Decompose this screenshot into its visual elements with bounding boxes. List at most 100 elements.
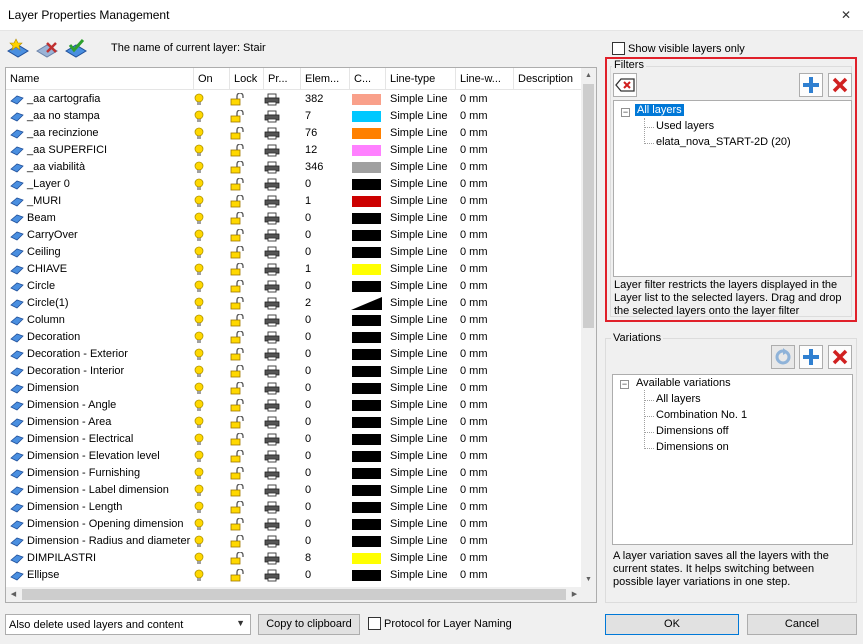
layer-color-cell[interactable]	[351, 244, 383, 261]
variation-node-combination-1[interactable]: Combination No. 1	[656, 409, 747, 421]
layer-on-toggle[interactable]	[194, 346, 214, 363]
column-header-name[interactable]: Name	[6, 68, 194, 90]
layer-lock-toggle[interactable]	[230, 448, 250, 465]
layer-lock-toggle[interactable]	[230, 210, 250, 227]
layer-on-toggle[interactable]	[194, 414, 214, 431]
color-swatch[interactable]	[351, 314, 382, 327]
column-header-lineweight[interactable]: Line-w...	[456, 68, 514, 90]
table-row[interactable]: _aa cartografia 382 Simple Line 0 mm	[6, 91, 582, 108]
layer-linetype[interactable]: Simple Line	[390, 499, 454, 516]
layer-color-cell[interactable]	[351, 210, 383, 227]
layer-name-cell[interactable]: _aa cartografia	[10, 91, 196, 108]
layer-color-cell[interactable]	[351, 227, 383, 244]
layer-lock-toggle[interactable]	[230, 125, 250, 142]
layer-on-toggle[interactable]	[194, 329, 214, 346]
color-swatch[interactable]	[351, 365, 382, 378]
layer-lock-toggle[interactable]	[230, 431, 250, 448]
layer-color-cell[interactable]	[351, 448, 383, 465]
protocol-checkbox[interactable]	[368, 617, 381, 630]
color-swatch[interactable]	[351, 382, 382, 395]
layer-color-cell[interactable]	[351, 295, 383, 312]
variation-node-dimensions-on[interactable]: Dimensions on	[656, 441, 729, 453]
color-swatch[interactable]	[351, 280, 382, 293]
layer-lock-toggle[interactable]	[230, 176, 250, 193]
layer-print-toggle[interactable]	[264, 414, 284, 431]
layer-linetype[interactable]: Simple Line	[390, 142, 454, 159]
layer-lineweight[interactable]: 0 mm	[460, 363, 515, 380]
layer-color-cell[interactable]	[351, 91, 383, 108]
layer-color-cell[interactable]	[351, 159, 383, 176]
color-swatch[interactable]	[351, 178, 382, 191]
layer-name-cell[interactable]: Ellipse	[10, 567, 196, 584]
layer-name-cell[interactable]: Dimension - Elevation level	[10, 448, 196, 465]
layer-linetype[interactable]: Simple Line	[390, 176, 454, 193]
layer-print-toggle[interactable]	[264, 363, 284, 380]
table-row[interactable]: Circle 0 Simple Line 0 mm	[6, 278, 582, 295]
column-header-color[interactable]: C...	[350, 68, 386, 90]
layer-on-toggle[interactable]	[194, 482, 214, 499]
layer-on-toggle[interactable]	[194, 142, 214, 159]
layer-name-cell[interactable]: _aa SUPERFICI	[10, 142, 196, 159]
layer-linetype[interactable]: Simple Line	[390, 363, 454, 380]
color-swatch[interactable]	[351, 331, 382, 344]
layer-color-cell[interactable]	[351, 533, 383, 550]
layer-print-toggle[interactable]	[264, 261, 284, 278]
layer-linetype[interactable]: Simple Line	[390, 380, 454, 397]
layer-lock-toggle[interactable]	[230, 329, 250, 346]
layer-color-cell[interactable]	[351, 380, 383, 397]
layer-linetype[interactable]: Simple Line	[390, 227, 454, 244]
layer-name-cell[interactable]: Column	[10, 312, 196, 329]
color-swatch[interactable]	[351, 297, 382, 310]
layer-print-toggle[interactable]	[264, 482, 284, 499]
add-filter-button[interactable]	[799, 73, 823, 97]
scroll-up-icon[interactable]: ▲	[581, 68, 596, 83]
table-row[interactable]: Dimension - Furnishing 0 Simple Line 0 mm	[6, 465, 582, 482]
color-swatch[interactable]	[351, 93, 382, 106]
vertical-scroll-thumb[interactable]	[583, 84, 594, 328]
color-swatch[interactable]	[351, 246, 382, 259]
layer-name-cell[interactable]: Circle(1)	[10, 295, 196, 312]
table-row[interactable]: _aa recinzione 76 Simple Line 0 mm	[6, 125, 582, 142]
layer-lock-toggle[interactable]	[230, 499, 250, 516]
layer-lineweight[interactable]: 0 mm	[460, 108, 515, 125]
layer-print-toggle[interactable]	[264, 380, 284, 397]
layer-linetype[interactable]: Simple Line	[390, 329, 454, 346]
layer-on-toggle[interactable]	[194, 550, 214, 567]
layer-linetype[interactable]: Simple Line	[390, 533, 454, 550]
layer-color-cell[interactable]	[351, 465, 383, 482]
delete-mode-select[interactable]: Also delete used layers and content ▼	[5, 614, 251, 635]
layer-print-toggle[interactable]	[264, 516, 284, 533]
layer-print-toggle[interactable]	[264, 125, 284, 142]
layer-linetype[interactable]: Simple Line	[390, 448, 454, 465]
layer-linetype[interactable]: Simple Line	[390, 261, 454, 278]
clear-filter-button[interactable]	[613, 73, 637, 97]
table-row[interactable]: Decoration - Interior 0 Simple Line 0 mm	[6, 363, 582, 380]
color-swatch[interactable]	[351, 501, 382, 514]
table-row[interactable]: CHIAVE 1 Simple Line 0 mm	[6, 261, 582, 278]
layer-lock-toggle[interactable]	[230, 363, 250, 380]
layer-lineweight[interactable]: 0 mm	[460, 414, 515, 431]
layer-print-toggle[interactable]	[264, 278, 284, 295]
new-layer-button[interactable]	[5, 36, 31, 60]
layer-lineweight[interactable]: 0 mm	[460, 533, 515, 550]
layer-linetype[interactable]: Simple Line	[390, 108, 454, 125]
color-swatch[interactable]	[351, 535, 382, 548]
layer-on-toggle[interactable]	[194, 533, 214, 550]
table-row[interactable]: Dimension - Opening dimension 0 Simple Lin…	[6, 516, 582, 533]
layer-linetype[interactable]: Simple Line	[390, 516, 454, 533]
layer-color-cell[interactable]	[351, 550, 383, 567]
layer-name-cell[interactable]: DIMPILASTRI	[10, 550, 196, 567]
delete-variation-button[interactable]	[828, 345, 852, 369]
layer-linetype[interactable]: Simple Line	[390, 431, 454, 448]
layer-on-toggle[interactable]	[194, 176, 214, 193]
layer-on-toggle[interactable]	[194, 499, 214, 516]
table-row[interactable]: Ellipse 0 Simple Line 0 mm	[6, 567, 582, 584]
table-row[interactable]: _MURI 1 Simple Line 0 mm	[6, 193, 582, 210]
layer-name-cell[interactable]: Decoration - Exterior	[10, 346, 196, 363]
table-row[interactable]: Decoration - Exterior 0 Simple Line 0 mm	[6, 346, 582, 363]
layer-lineweight[interactable]: 0 mm	[460, 329, 515, 346]
ok-button[interactable]: OK	[605, 614, 739, 635]
layer-lock-toggle[interactable]	[230, 312, 250, 329]
layer-linetype[interactable]: Simple Line	[390, 193, 454, 210]
layer-lock-toggle[interactable]	[230, 261, 250, 278]
